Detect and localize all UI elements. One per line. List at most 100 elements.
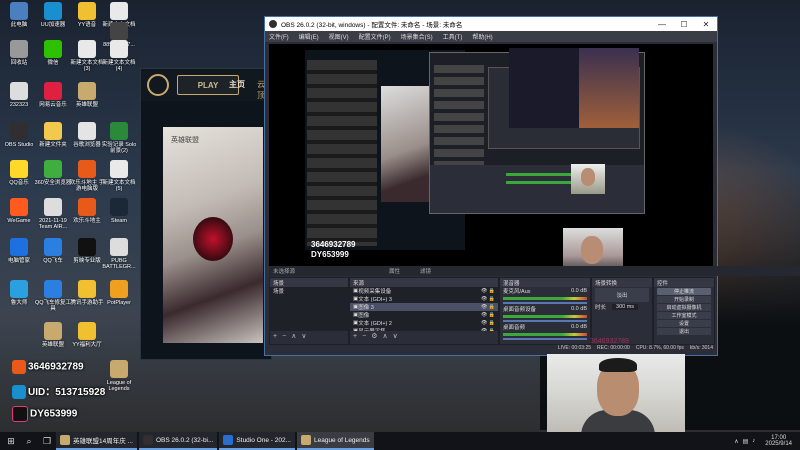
champion-splash-art[interactable]: 英雄联盟 — [163, 127, 263, 343]
search-icon[interactable]: ⌕ — [22, 434, 36, 448]
desktop-icon[interactable]: 232323 — [0, 82, 38, 108]
add-icon[interactable]: + — [353, 333, 357, 340]
tray-arrow-icon[interactable]: ∧ — [734, 438, 738, 445]
desktop-icon[interactable]: Steam — [100, 198, 138, 224]
desktop-icon[interactable]: WeGame — [0, 198, 38, 224]
maximize-icon[interactable]: ☐ — [673, 20, 695, 29]
minimize-icon[interactable]: — — [651, 20, 673, 29]
menu-item[interactable]: 视图(V) — [329, 32, 349, 41]
taskbar-app-button[interactable]: Studio One - 202... — [219, 432, 295, 450]
task-view-icon[interactable]: ❐ — [40, 434, 54, 448]
taskbar-app-button[interactable]: OBS 26.0.2 (32-bi... — [138, 432, 218, 450]
control-button[interactable]: 退出 — [657, 328, 711, 335]
desktop-icon[interactable]: UU加速器 — [34, 2, 72, 28]
mixer-channel-db: 0.0 dB — [571, 306, 587, 312]
menu-item[interactable]: 配置文件(P) — [359, 32, 391, 41]
close-icon[interactable]: ✕ — [695, 20, 717, 29]
volume-icon[interactable]: ♪ — [752, 438, 755, 444]
mixer-channel: 麦克风/Aux 0.0 dB — [500, 287, 590, 304]
volume-slider[interactable] — [503, 302, 587, 304]
volume-slider[interactable] — [503, 338, 587, 340]
visibility-lock-icon[interactable]: 👁 🔒 — [481, 296, 495, 302]
control-button[interactable]: 开始录制 — [657, 296, 711, 303]
desktop-icon[interactable]: 鲁大师 — [0, 280, 38, 306]
app-icon — [110, 22, 128, 40]
desktop-icon[interactable]: 2021-11-19 Team AIR... — [34, 198, 72, 230]
desktop-icon[interactable]: 实验记录 Solo前景(2) — [100, 122, 138, 154]
source-item[interactable]: ▣ 图像 3 👁 🔒 — [350, 303, 498, 311]
transition-select[interactable]: 淡出 — [595, 288, 649, 302]
control-button[interactable]: 工作室模式 — [657, 312, 711, 319]
visibility-lock-icon[interactable]: 👁 🔒 — [481, 304, 495, 310]
duration-input[interactable]: 300 ms — [612, 304, 639, 310]
volume-slider[interactable] — [503, 320, 587, 322]
desktop-icon[interactable]: 新建文本文档 (4) — [100, 40, 138, 72]
tab-home[interactable]: 主页 — [229, 79, 245, 90]
menu-item[interactable]: 工具(T) — [443, 32, 463, 41]
control-button[interactable]: 启动虚拟摄像机 — [657, 304, 711, 311]
desktop-icon[interactable]: PUBG BATTLEGR... — [100, 238, 138, 270]
taskbar-app-button[interactable]: League of Legends — [296, 432, 374, 450]
desktop-icon[interactable]: 此电脑 — [0, 2, 38, 28]
down-icon[interactable]: ∨ — [393, 332, 398, 340]
desktop-icon[interactable]: 新建文件夹 — [34, 122, 72, 148]
visibility-lock-icon[interactable]: 👁 🔒 — [481, 320, 495, 326]
down-icon[interactable]: ∨ — [301, 332, 306, 340]
desktop-icon[interactable]: 回收站 — [0, 40, 38, 66]
app-icon — [110, 360, 128, 378]
up-icon[interactable]: ∧ — [291, 332, 296, 340]
desktop-icon[interactable]: 英雄联盟 — [34, 322, 72, 348]
start-icon[interactable]: ⊞ — [4, 434, 18, 448]
desktop-icon[interactable]: OBS Studio — [0, 122, 38, 148]
scene-item[interactable]: 场景 — [270, 287, 348, 295]
source-item[interactable]: ▣ 文本 (GDI+) 3 👁 🔒 — [350, 295, 498, 303]
properties-button[interactable]: 属性 — [389, 267, 400, 275]
desktop-icon[interactable]: 网易云音乐 — [34, 82, 72, 108]
control-button[interactable]: 设置 — [657, 320, 711, 327]
desktop-icon[interactable]: QQ飞车 — [34, 238, 72, 264]
taskbar-app-label: League of Legends — [313, 436, 370, 444]
obs-window[interactable]: OBS 26.0.2 (32-bit, windows) - 配置文件: 未命名… — [264, 16, 800, 356]
visibility-lock-icon[interactable]: 👁 🔒 — [481, 288, 495, 294]
desktop-icon[interactable]: 微信 — [34, 40, 72, 66]
menu-item[interactable]: 文件(F) — [269, 32, 289, 41]
obs-preview[interactable]: 3646932789 DY653999 — [269, 44, 713, 276]
up-icon[interactable]: ∧ — [382, 332, 387, 340]
desktop-icon-label: 新建文件夹 — [39, 142, 67, 148]
app-icon — [110, 280, 128, 298]
desktop-icon[interactable]: QQ音乐 — [0, 160, 38, 186]
desktop-icon[interactable]: QQ飞车修复工具 — [34, 280, 72, 312]
source-item[interactable]: ▣ 图像 👁 🔒 — [350, 311, 498, 319]
kbps-status: kb/s: 3014 — [689, 345, 713, 351]
menu-item[interactable]: 场景集合(S) — [401, 32, 433, 41]
menu-item[interactable]: 编辑(E) — [299, 32, 319, 41]
add-icon[interactable]: + — [273, 333, 277, 340]
network-icon[interactable]: ▤ — [743, 438, 749, 445]
league-client-window[interactable]: PLAY 主页 云顶 英雄联盟 — [140, 68, 272, 360]
source-item[interactable]: ▣ 文本 (GDI+) 2 👁 🔒 — [350, 319, 498, 327]
desktop-icon[interactable]: League of Legends — [100, 360, 138, 392]
filters-button[interactable]: 滤镜 — [420, 267, 431, 275]
sources-list[interactable]: ▣ 视频采集设备 👁 🔒 ▣ 文本 (GDI+) 3 👁 🔒 ▣ 图像 3 👁 🔒 ▣ 图像… — [350, 287, 498, 331]
scenes-list[interactable]: 场景 — [270, 287, 348, 331]
preview-qq-text: 3646932789 — [311, 240, 356, 249]
visibility-lock-icon[interactable]: 👁 🔒 — [481, 328, 495, 331]
source-item[interactable]: ▣ 视频采集设备 👁 🔒 — [350, 287, 498, 295]
clock[interactable]: 17:00 2025/9/14 — [765, 435, 792, 448]
desktop-icon[interactable]: 360安全浏览器 — [34, 160, 72, 186]
visibility-lock-icon[interactable]: 👁 🔒 — [481, 312, 495, 318]
remove-icon[interactable]: − — [282, 333, 286, 340]
desktop-icon[interactable]: YY福利大厅 — [68, 322, 106, 348]
taskbar-app-button[interactable]: 英雄联盟14周年庆 ... — [56, 432, 137, 450]
remove-icon[interactable]: − — [362, 333, 366, 340]
desktop-icon[interactable]: PotPlayer — [100, 280, 138, 306]
uid-overlay: UID：513715928 — [12, 383, 105, 400]
qq-number: 3646932789 — [28, 361, 84, 373]
desktop-icon[interactable]: 新建文本文档 (5) — [100, 160, 138, 192]
gear-icon[interactable]: ⚙ — [371, 332, 377, 340]
desktop-icon[interactable]: 电脑管家 — [0, 238, 38, 264]
obs-titlebar[interactable]: OBS 26.0.2 (32-bit, windows) - 配置文件: 未命名… — [265, 17, 717, 31]
menu-item[interactable]: 帮助(H) — [472, 32, 492, 41]
control-button[interactable]: 停止推流 — [657, 288, 711, 295]
desktop-icon[interactable]: 英雄联盟 — [68, 82, 106, 108]
